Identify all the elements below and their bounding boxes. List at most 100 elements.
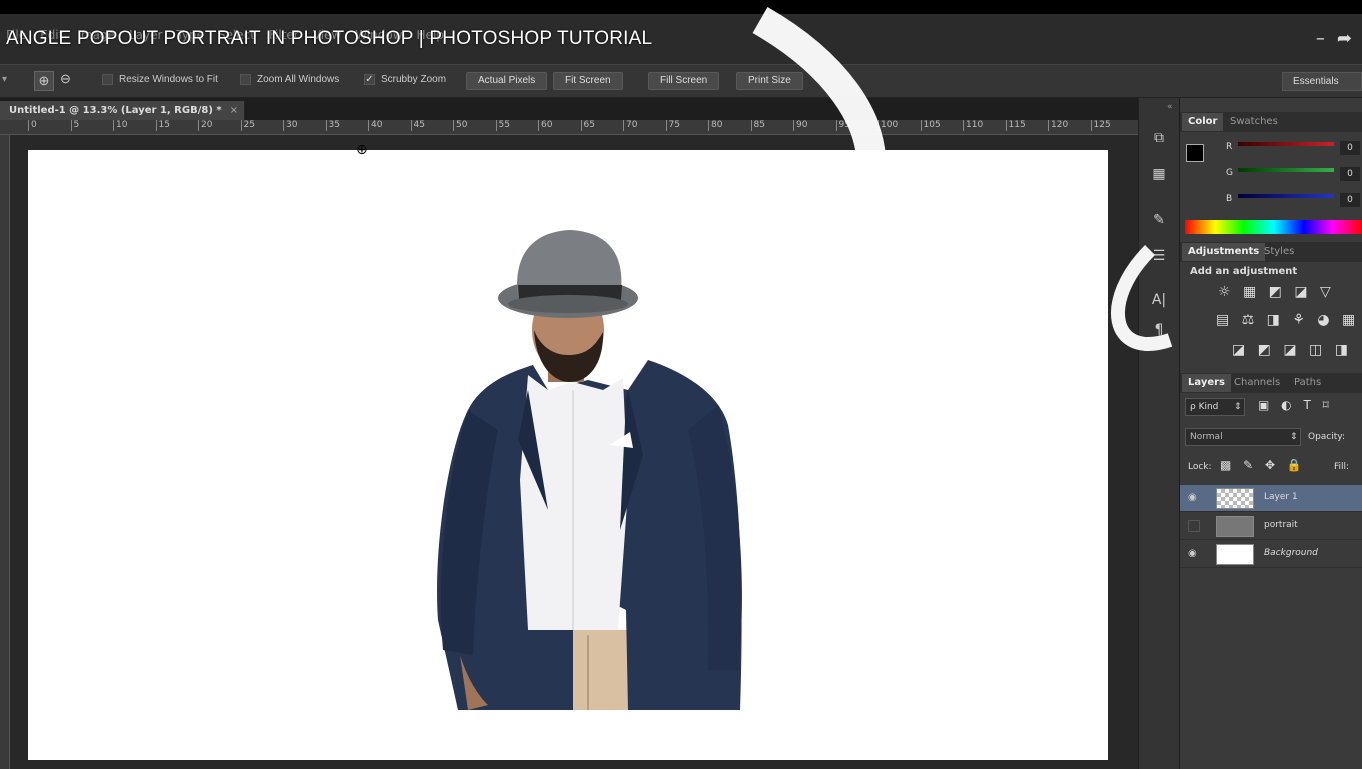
ruler-tick: 90 (793, 120, 807, 131)
layer-name[interactable]: portrait (1264, 520, 1298, 530)
g-label: G (1226, 168, 1233, 178)
lock-icons[interactable]: ▩ ✎ ✥ 🔒 (1220, 458, 1306, 472)
zoom-all-checkbox[interactable]: Zoom All Windows (240, 74, 339, 85)
history-icon[interactable]: ⧉ (1148, 128, 1170, 148)
options-bar: ▾ ⊕ ⊖ Resize Windows to Fit Zoom All Win… (0, 64, 1362, 98)
menu-bar: File Edit Image Layer Type Select Filter… (0, 14, 1362, 64)
tool-preset-arrow-icon[interactable]: ▾ (2, 74, 7, 85)
visibility-eye-icon[interactable]: ◉ (1188, 492, 1200, 504)
close-tab-icon[interactable]: × (230, 105, 238, 116)
adjustment-icons-row-2[interactable]: ▤ ⚖ ◨ ⚘ ◕ ▦ (1216, 312, 1359, 328)
blend-mode-select[interactable]: Normal ⇕ (1185, 428, 1301, 446)
fit-screen-button[interactable]: Fit Screen (553, 72, 623, 90)
foreground-color-swatch[interactable] (1186, 144, 1204, 162)
tab-adjustments[interactable]: Adjustments (1182, 243, 1266, 261)
layer-thumbnail (1216, 516, 1254, 537)
ruler-tick: 125 (1090, 120, 1111, 131)
ruler-tick: 95 (835, 120, 850, 131)
kind-filter-label: ρ Kind (1190, 402, 1219, 412)
tab-styles[interactable]: Styles (1258, 243, 1300, 261)
character-icon[interactable]: A| (1148, 290, 1170, 310)
r-value[interactable]: 0 (1340, 141, 1360, 155)
ruler-tick: 45 (410, 120, 425, 131)
ruler-tick: 100 (878, 120, 898, 131)
b-value[interactable]: 0 (1340, 193, 1360, 207)
zoom-in-icon[interactable]: ⊕ (34, 71, 54, 91)
properties-icon[interactable]: ▦ (1148, 164, 1170, 184)
visibility-toggle-empty[interactable] (1188, 520, 1200, 532)
r-slider[interactable] (1238, 142, 1334, 146)
tab-layers[interactable]: Layers (1182, 374, 1231, 392)
ruler-tick: 25 (240, 120, 255, 131)
layer-row-layer-1[interactable]: ◉ Layer 1 (1180, 485, 1362, 512)
photoshop-window: File Edit Image Layer Type Select Filter… (0, 0, 1362, 769)
ruler-tick: 70 (623, 120, 637, 131)
actual-pixels-button[interactable]: Actual Pixels (466, 72, 548, 90)
tab-channels[interactable]: Channels (1228, 374, 1286, 392)
ruler-tick: 5 (70, 120, 79, 131)
ruler-tick: 20 (198, 120, 212, 131)
layer-row-background[interactable]: ◉ Background (1180, 541, 1362, 568)
blend-mode-value: Normal (1190, 432, 1223, 442)
adjustments-heading: Add an adjustment (1190, 266, 1298, 277)
adjustment-icons-row-1[interactable]: ☼ ▦ ◩ ◪ ▽ (1218, 284, 1335, 300)
ruler-tick: 65 (580, 120, 595, 131)
fill-screen-button[interactable]: Fill Screen (648, 72, 720, 90)
document-canvas[interactable] (28, 150, 1108, 760)
scrubby-zoom-label: Scrubby Zoom (381, 74, 447, 86)
tab-paths[interactable]: Paths (1288, 374, 1327, 392)
fill-label: Fill: (1334, 462, 1350, 472)
ruler-tick: 120 (1048, 120, 1068, 131)
collapse-dock-icon[interactable]: « (1167, 102, 1173, 112)
tab-swatches[interactable]: Swatches (1224, 113, 1284, 131)
color-spectrum[interactable] (1185, 220, 1362, 234)
zoom-all-label: Zoom All Windows (257, 74, 340, 86)
resize-windows-label: Resize Windows to Fit (119, 74, 218, 86)
workspace-switcher[interactable]: Essentials (1282, 72, 1362, 91)
vertical-ruler (0, 135, 10, 769)
b-label: B (1226, 194, 1233, 204)
horizontal-ruler: 0 5 10 15 20 25 30 35 40 45 50 55 60 65 70 75 80 85 90 95 10… (0, 120, 1138, 135)
blend-dropdown-icon: ⇕ (1290, 432, 1298, 442)
layer-row-portrait[interactable]: portrait (1180, 513, 1362, 540)
kind-dropdown-icon: ⇕ (1234, 402, 1242, 412)
ruler-tick: 115 (1005, 120, 1026, 131)
ruler-tick: 75 (665, 120, 680, 131)
ruler-tick: 60 (538, 120, 552, 131)
ruler-tick: 110 (963, 120, 983, 131)
ruler-tick: 85 (750, 120, 765, 131)
layer-name[interactable]: Layer 1 (1264, 492, 1298, 502)
layer-name[interactable]: Background (1264, 548, 1318, 558)
tab-color[interactable]: Color (1182, 113, 1224, 131)
brush-settings-icon[interactable]: ☰ (1148, 246, 1170, 266)
print-size-button[interactable]: Print Size (736, 72, 803, 90)
ruler-tick: 40 (368, 120, 382, 131)
ruler-tick: 55 (495, 120, 510, 131)
ruler-tick: 10 (113, 120, 127, 131)
b-slider[interactable] (1238, 194, 1334, 198)
ruler-tick: 35 (325, 120, 340, 131)
ruler-tick: 30 (283, 120, 297, 131)
resize-windows-checkbox[interactable]: Resize Windows to Fit (102, 74, 218, 85)
share-icon[interactable]: ➦ (1337, 28, 1352, 49)
brush-icon[interactable]: ✎ (1148, 210, 1170, 230)
scrubby-zoom-checkbox[interactable]: ✓ Scrubby Zoom (364, 74, 446, 85)
zoom-cursor-icon: ⊕ (356, 142, 368, 158)
layer-filter-icons[interactable]: ▣ ◐ T ⌑ (1258, 398, 1333, 412)
kind-filter-select[interactable]: ρ Kind ⇕ (1185, 398, 1245, 416)
ruler-tick: 0 (28, 120, 37, 131)
adjustment-icons-row-3[interactable]: ◪ ◩ ◪ ◫ ◨ (1232, 342, 1352, 358)
paragraph-icon[interactable]: ¶ (1148, 320, 1170, 340)
r-label: R (1226, 142, 1233, 152)
layer-thumbnail (1216, 488, 1254, 509)
visibility-eye-icon[interactable]: ◉ (1188, 548, 1200, 560)
g-value[interactable]: 0 (1340, 167, 1360, 181)
minimize-icon[interactable]: – (1316, 28, 1325, 49)
document-title: Untitled-1 @ 13.3% (Layer 1, RGB/8) * (9, 105, 222, 116)
zoom-out-icon[interactable]: ⊖ (60, 71, 71, 87)
g-slider[interactable] (1238, 168, 1334, 172)
document-tab[interactable]: Untitled-1 @ 13.3% (Layer 1, RGB/8) * × (0, 101, 245, 120)
ruler-tick: 105 (920, 120, 941, 131)
right-panels: Color Swatches R 0 G 0 B 0 Adjustments S… (1180, 98, 1362, 769)
ruler-tick: 80 (708, 120, 722, 131)
